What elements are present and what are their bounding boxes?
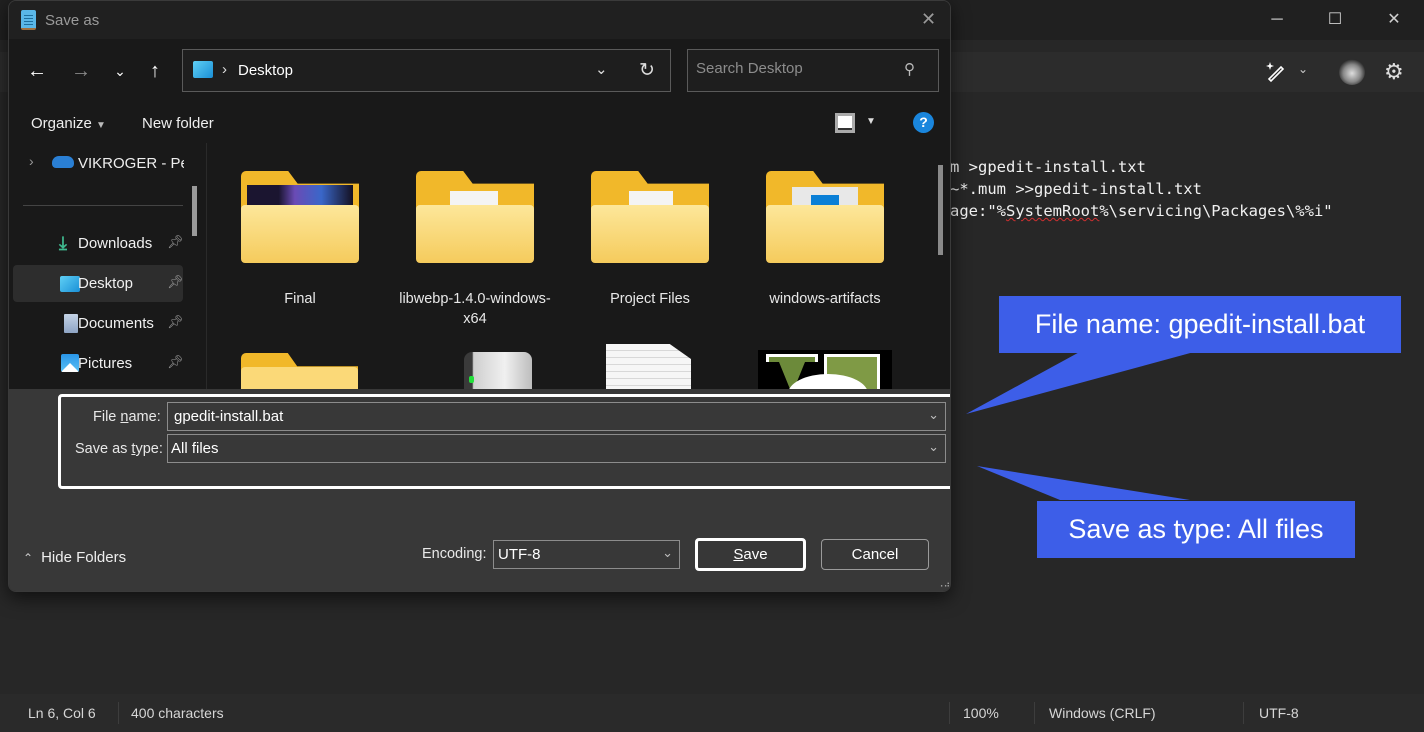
sidebar-item-downloads[interactable]: ⤓ Downloads 📌︎ <box>13 225 184 262</box>
callout-file-name: File name: gpedit-install.bat <box>999 296 1401 353</box>
file-item-final[interactable]: Final <box>215 143 385 323</box>
character-count: 400 characters <box>131 705 224 721</box>
folder-icon <box>591 171 709 265</box>
avatar[interactable] <box>1339 59 1365 85</box>
code-line: m >gpedit-install.txt <box>950 158 1146 176</box>
navigation-bar: ← → ⌄ ↑ › Desktop ⌄ ↻ ⚲ <box>9 39 950 103</box>
back-button[interactable]: ← <box>23 57 51 85</box>
notepad-icon <box>21 10 36 30</box>
save-options-panel: File name: gpedit-install.bat ⌄ Save as … <box>9 389 950 591</box>
new-folder-button[interactable]: New folder <box>142 115 214 132</box>
address-bar[interactable]: › Desktop ⌄ ↻ <box>182 49 671 92</box>
pane-divider[interactable] <box>206 143 207 389</box>
chevron-down-icon[interactable]: ⌄ <box>1298 62 1308 76</box>
sidebar-divider <box>23 205 183 206</box>
expand-chevron-icon[interactable]: › <box>29 153 34 169</box>
folder-icon <box>766 171 884 265</box>
pin-icon: 📌︎ <box>167 354 184 369</box>
file-item-text-document[interactable] <box>606 344 691 389</box>
pictures-icon <box>61 354 79 372</box>
files-scrollbar[interactable] <box>938 165 943 255</box>
breadcrumb-desktop[interactable]: Desktop <box>238 62 293 79</box>
cancel-button[interactable]: Cancel <box>821 539 929 570</box>
folder-icon <box>241 171 359 265</box>
pin-icon: 📌︎ <box>167 234 184 249</box>
line-ending[interactable]: Windows (CRLF) <box>1049 705 1156 721</box>
file-item-game-logo[interactable] <box>758 350 892 389</box>
download-icon: ⤓ <box>59 233 67 253</box>
dialog-titlebar: Save as ✕ <box>9 1 950 39</box>
zoom-level[interactable]: 100% <box>963 705 999 721</box>
up-button[interactable]: ↑ <box>141 57 169 85</box>
save-as-dialog: Save as ✕ ← → ⌄ ↑ › Desktop ⌄ ↻ ⚲ Organi… <box>8 0 951 592</box>
callout-pointer-file-name <box>966 349 1205 414</box>
code-line: age:"%SystemRoot%\servicing\Packages\%%i… <box>950 202 1333 220</box>
pin-icon: 📌︎ <box>167 314 184 329</box>
status-bar: Ln 6, Col 6 400 characters 100% Windows … <box>0 694 1424 732</box>
breadcrumb-separator: › <box>222 61 227 78</box>
file-name-input[interactable]: gpedit-install.bat ⌄ <box>167 402 946 431</box>
chevron-down-icon[interactable]: ⌄ <box>928 407 939 423</box>
navigation-pane: › VIKROGER - Pers ⤓ Downloads 📌︎ Desktop… <box>9 143 207 389</box>
search-box[interactable]: ⚲ <box>687 49 939 92</box>
copilot-rewrite-icon[interactable] <box>1264 60 1288 84</box>
sidebar-item-documents[interactable]: Documents 📌︎ <box>13 305 184 342</box>
desktop-icon <box>193 61 213 78</box>
organize-button[interactable]: Organize ▼ <box>31 115 106 132</box>
view-options-icon[interactable] <box>835 113 855 133</box>
chevron-down-icon[interactable]: ⌄ <box>662 545 673 561</box>
sidebar-scrollbar[interactable] <box>192 186 197 236</box>
callout-pointer-save-type <box>977 466 1190 500</box>
file-item-server[interactable] <box>456 346 534 389</box>
maximize-button[interactable]: ☐ <box>1320 8 1350 32</box>
folder-icon <box>416 171 534 265</box>
minimize-button[interactable]: ─ <box>1262 8 1292 32</box>
file-item-libwebp[interactable]: libwebp-1.4.0-windows-x64 <box>390 143 560 327</box>
documents-icon <box>64 314 78 333</box>
recent-locations-button[interactable]: ⌄ <box>106 57 134 85</box>
code-line: ~*.mum >>gpedit-install.txt <box>950 180 1202 198</box>
forward-button[interactable]: → <box>67 57 95 85</box>
file-name-label: File name: <box>93 409 161 425</box>
view-dropdown-icon[interactable]: ▼ <box>866 116 876 127</box>
dialog-close-button[interactable]: ✕ <box>921 9 936 30</box>
save-as-type-label: Save as type: <box>75 441 163 457</box>
file-item-folder[interactable] <box>241 353 358 389</box>
file-item-project-files[interactable]: Project Files <box>565 143 735 323</box>
pin-icon: 📌︎ <box>167 274 184 289</box>
gear-icon[interactable]: ⚙ <box>1384 59 1404 85</box>
close-window-button[interactable]: ✕ <box>1379 8 1409 32</box>
hide-folders-button[interactable]: ⌃ Hide Folders <box>23 549 126 566</box>
resize-grip-icon[interactable]: ⠠⠴ <box>937 579 950 590</box>
sidebar-item-onedrive[interactable]: VIKROGER - Pers <box>78 155 184 172</box>
onedrive-icon <box>52 156 74 168</box>
save-button[interactable]: Save <box>695 538 806 571</box>
cursor-position: Ln 6, Col 6 <box>28 705 96 721</box>
search-icon[interactable]: ⚲ <box>904 60 915 78</box>
save-as-type-select[interactable]: All files ⌄ <box>167 434 946 463</box>
encoding-label: Encoding: <box>422 546 487 562</box>
command-bar: Organize ▼ New folder ▼ ? <box>9 103 950 143</box>
help-icon[interactable]: ? <box>913 112 934 133</box>
dialog-title: Save as <box>45 12 100 29</box>
chevron-down-icon[interactable]: ⌄ <box>928 439 939 455</box>
dialog-body: › VIKROGER - Pers ⤓ Downloads 📌︎ Desktop… <box>9 143 950 389</box>
callout-save-type: Save as type: All files <box>1037 501 1355 558</box>
address-dropdown-icon[interactable]: ⌄ <box>595 60 608 78</box>
encoding-select[interactable]: UTF-8 ⌄ <box>493 540 680 569</box>
desktop-icon <box>60 276 80 292</box>
sidebar-item-desktop[interactable]: Desktop 📌︎ <box>13 265 184 302</box>
refresh-icon[interactable]: ↻ <box>639 59 655 82</box>
chevron-up-icon: ⌃ <box>23 551 34 565</box>
search-input[interactable] <box>696 60 896 77</box>
sidebar-item-pictures[interactable]: Pictures 📌︎ <box>13 345 184 382</box>
spelling-squiggle: SystemRoot <box>1006 202 1100 220</box>
encoding-status[interactable]: UTF-8 <box>1259 705 1299 721</box>
file-item-windows-artifacts[interactable]: windows-artifacts <box>740 143 910 323</box>
